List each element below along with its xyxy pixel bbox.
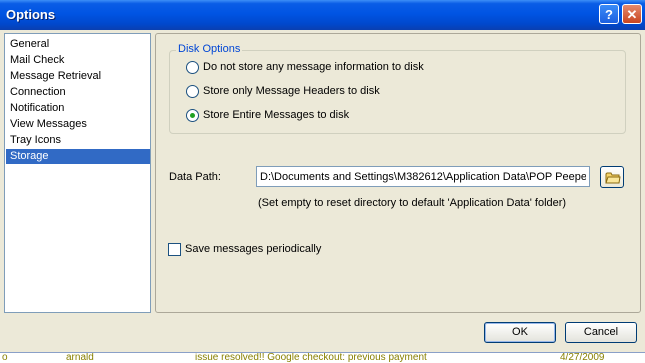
title-bar[interactable]: Options ? ✕ [0,0,645,30]
checkbox-label[interactable]: Save messages periodically [185,243,321,256]
options-dialog: Options ? ✕ General Mail Check Message R… [0,0,645,352]
sidebar-item-message-retrieval[interactable]: Message Retrieval [6,69,150,84]
sidebar-item-mail-check[interactable]: Mail Check [6,53,150,68]
data-path-label: Data Path: [169,171,221,183]
checkbox[interactable] [168,243,181,256]
cancel-button[interactable]: Cancel [565,322,637,343]
sidebar-item-connection[interactable]: Connection [6,85,150,100]
background-message-row: o arnald issue resolved!! Google checkou… [0,352,645,363]
sidebar-item-storage[interactable]: Storage [6,149,150,164]
disk-options-legend: Disk Options [176,43,243,55]
browse-folder-button[interactable] [600,166,624,188]
radio-button-checked[interactable] [186,109,199,122]
options-category-list: General Mail Check Message Retrieval Con… [4,33,151,313]
sidebar-item-view-messages[interactable]: View Messages [6,117,150,132]
radio-label[interactable]: Do not store any message information to … [203,60,424,75]
close-button[interactable]: ✕ [622,4,642,24]
data-path-hint: (Set empty to reset directory to default… [258,197,567,209]
help-button[interactable]: ? [599,4,619,24]
window-title: Options [6,7,56,22]
ok-button[interactable]: OK [484,322,556,343]
folder-icon [605,172,621,184]
radio-button[interactable] [186,61,199,74]
radio-button[interactable] [186,85,199,98]
sidebar-item-tray-icons[interactable]: Tray Icons [6,133,150,148]
sidebar-item-general[interactable]: General [6,37,150,52]
radio-label[interactable]: Store Entire Messages to disk [203,108,349,123]
radio-label[interactable]: Store only Message Headers to disk [203,84,380,99]
sidebar-item-notification[interactable]: Notification [6,101,150,116]
data-path-input[interactable] [256,166,590,187]
